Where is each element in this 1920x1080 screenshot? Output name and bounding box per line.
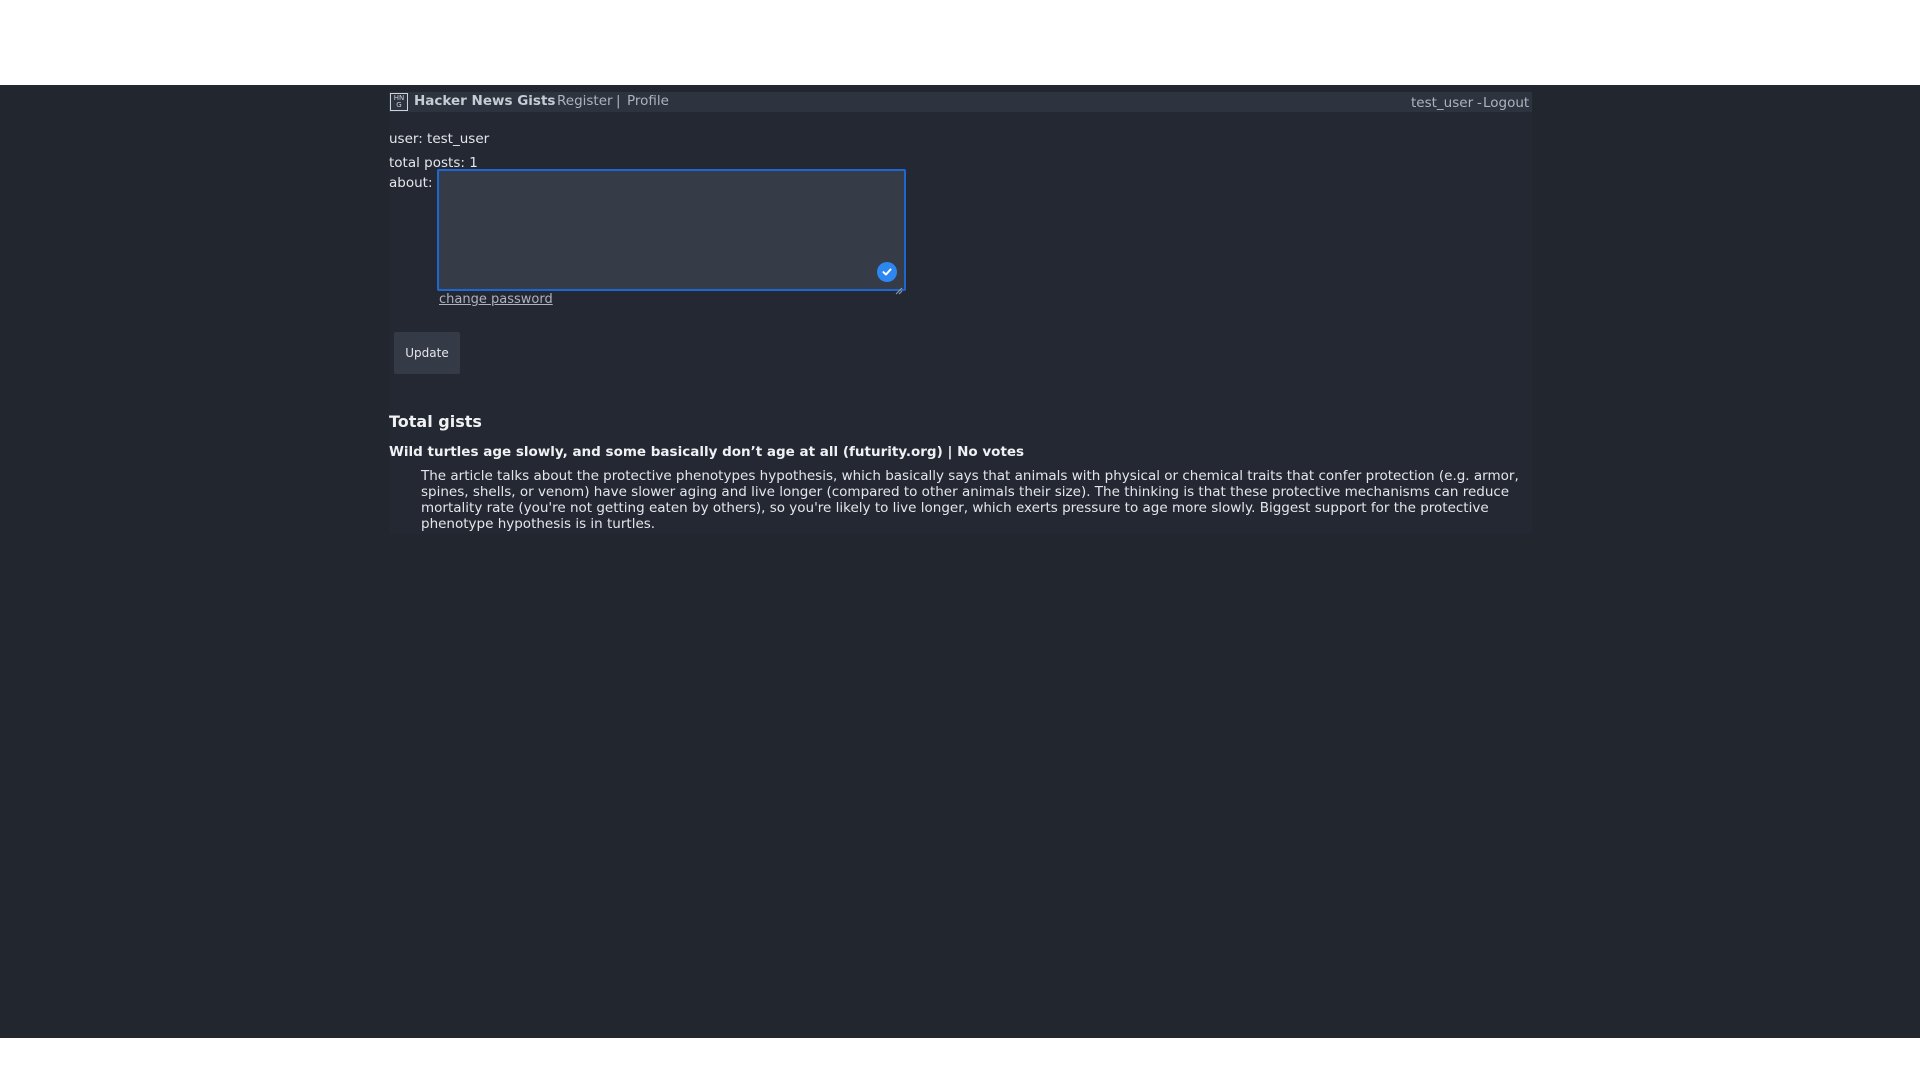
top-nav-bar: HN G Hacker News Gists Register | Profil… [389, 92, 1532, 112]
nav-separator: | [616, 93, 621, 109]
gist-title[interactable]: Wild turtles age slowly, and some basica… [389, 444, 1024, 460]
logout-link[interactable]: Logout [1483, 95, 1529, 111]
about-textarea[interactable] [439, 171, 904, 289]
hng-logo-icon[interactable]: HN G [390, 93, 408, 111]
profile-link[interactable]: Profile [627, 93, 669, 109]
browser-top-margin [0, 0, 1920, 85]
logout-separator: - [1477, 95, 1482, 111]
profile-page: HN G Hacker News Gists Register | Profil… [389, 92, 1532, 534]
gist-body: The article talks about the protective p… [421, 468, 1519, 532]
total-gists-heading: Total gists [389, 412, 482, 431]
current-user-link[interactable]: test_user [1411, 95, 1473, 111]
register-link[interactable]: Register [557, 93, 613, 109]
browser-bottom-margin [0, 1038, 1920, 1080]
logo-line-2: G [396, 101, 402, 109]
about-textarea-frame [437, 169, 906, 295]
user-label: user: test_user [389, 131, 490, 147]
about-label: about: [389, 175, 433, 191]
resize-grip-icon[interactable] [895, 280, 903, 295]
check-circle-icon [877, 262, 897, 282]
page-viewport: HN G Hacker News Gists Register | Profil… [0, 85, 1920, 1038]
site-name-link[interactable]: Hacker News Gists [414, 93, 555, 109]
update-button[interactable]: Update [394, 332, 460, 374]
change-password-link[interactable]: change password [439, 292, 553, 307]
